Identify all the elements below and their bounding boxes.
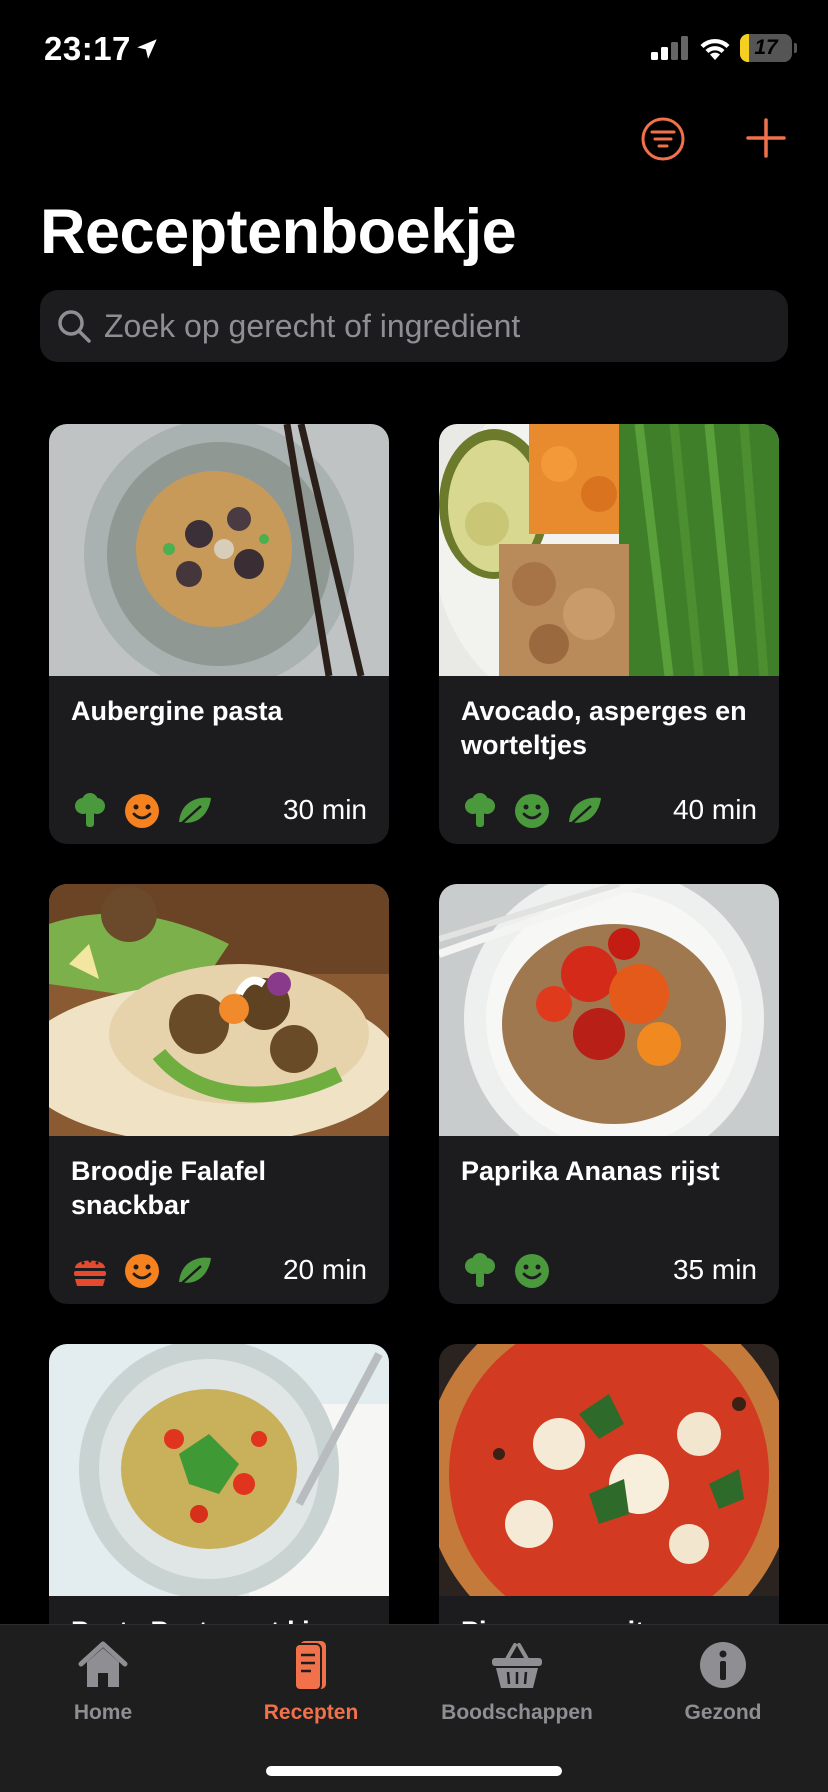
tab-gezond[interactable]: Gezond (628, 1639, 818, 1739)
recipe-card[interactable]: Avocado, asperges en worteltjes 40 min (439, 424, 779, 844)
recipe-card[interactable]: Broodje Falafel snackbar 20 min (49, 884, 389, 1304)
home-indicator (266, 1766, 562, 1776)
battery-percentage: 17 (754, 36, 778, 59)
recipe-tags (461, 1252, 551, 1290)
recipe-photo (439, 884, 779, 1136)
battery-cap (794, 43, 797, 53)
recipe-title: Broodje Falafel snackbar (71, 1156, 267, 1220)
page-title: Receptenboekje (40, 197, 517, 267)
recipe-card[interactable]: Paprika Ananas rijst 35 min (439, 884, 779, 1304)
recipe-card[interactable]: Pizza margarita (439, 1344, 779, 1644)
recipe-tags (461, 792, 603, 830)
broccoli-icon (465, 793, 495, 827)
recipe-time: 35 min (672, 1254, 757, 1285)
filter-button[interactable] (640, 116, 686, 162)
recipe-photo (49, 1344, 389, 1596)
tab-recepten-label: Recepten (263, 1701, 359, 1724)
recipe-photo (439, 424, 779, 676)
tab-recepten[interactable]: Recepten (216, 1639, 406, 1739)
tab-gezond-label: Gezond (684, 1701, 762, 1724)
tab-boodschappen-label: Boodschappen (441, 1701, 593, 1724)
recipe-card[interactable]: Pasta Pesto met kip (49, 1344, 389, 1644)
broccoli-icon (75, 793, 105, 827)
search-icon (58, 310, 91, 343)
location-arrow-icon (137, 39, 157, 59)
status-time: 23:17 (44, 30, 131, 67)
recipe-time: 20 min (282, 1254, 367, 1285)
recipe-title: Avocado, asperges en worteltjes (461, 696, 747, 760)
house-icon (78, 1641, 128, 1687)
tab-home[interactable]: Home (8, 1639, 198, 1739)
search-bar[interactable] (40, 290, 788, 362)
recipe-tags (71, 792, 213, 830)
recipe-photo (439, 1344, 779, 1596)
battery-icon: 17 (740, 34, 792, 62)
plus-icon (746, 118, 786, 158)
leaf-icon (179, 1257, 211, 1285)
smiley-icon (125, 794, 159, 828)
status-bar: 23:17 17 (0, 0, 828, 100)
recipe-photo (49, 424, 389, 676)
recipe-title: Aubergine pasta (71, 696, 283, 726)
burger-icon (74, 1259, 106, 1286)
basket-icon (492, 1643, 542, 1688)
leaf-icon (569, 797, 601, 825)
recipe-title: Paprika Ananas rijst (461, 1156, 720, 1186)
recipe-card[interactable]: Aubergine pasta 30 min (49, 424, 389, 844)
smiley-icon (515, 1254, 549, 1288)
recipe-tags (71, 1252, 213, 1290)
filter-lines-icon (641, 117, 685, 161)
info-icon (700, 1642, 746, 1688)
wifi-icon (700, 38, 730, 60)
recipe-time: 30 min (282, 794, 367, 825)
smiley-icon (125, 1254, 159, 1288)
leaf-icon (179, 797, 211, 825)
recipe-photo (49, 884, 389, 1136)
recipe-time: 40 min (672, 794, 757, 825)
search-input[interactable] (104, 290, 764, 362)
smiley-icon (515, 794, 549, 828)
tab-home-label: Home (73, 1701, 133, 1724)
book-icon (294, 1641, 326, 1691)
tab-boodschappen[interactable]: Boodschappen (422, 1639, 612, 1739)
broccoli-icon (465, 1253, 495, 1287)
add-recipe-button[interactable] (744, 116, 788, 160)
cellular-signal-icon (651, 36, 688, 60)
